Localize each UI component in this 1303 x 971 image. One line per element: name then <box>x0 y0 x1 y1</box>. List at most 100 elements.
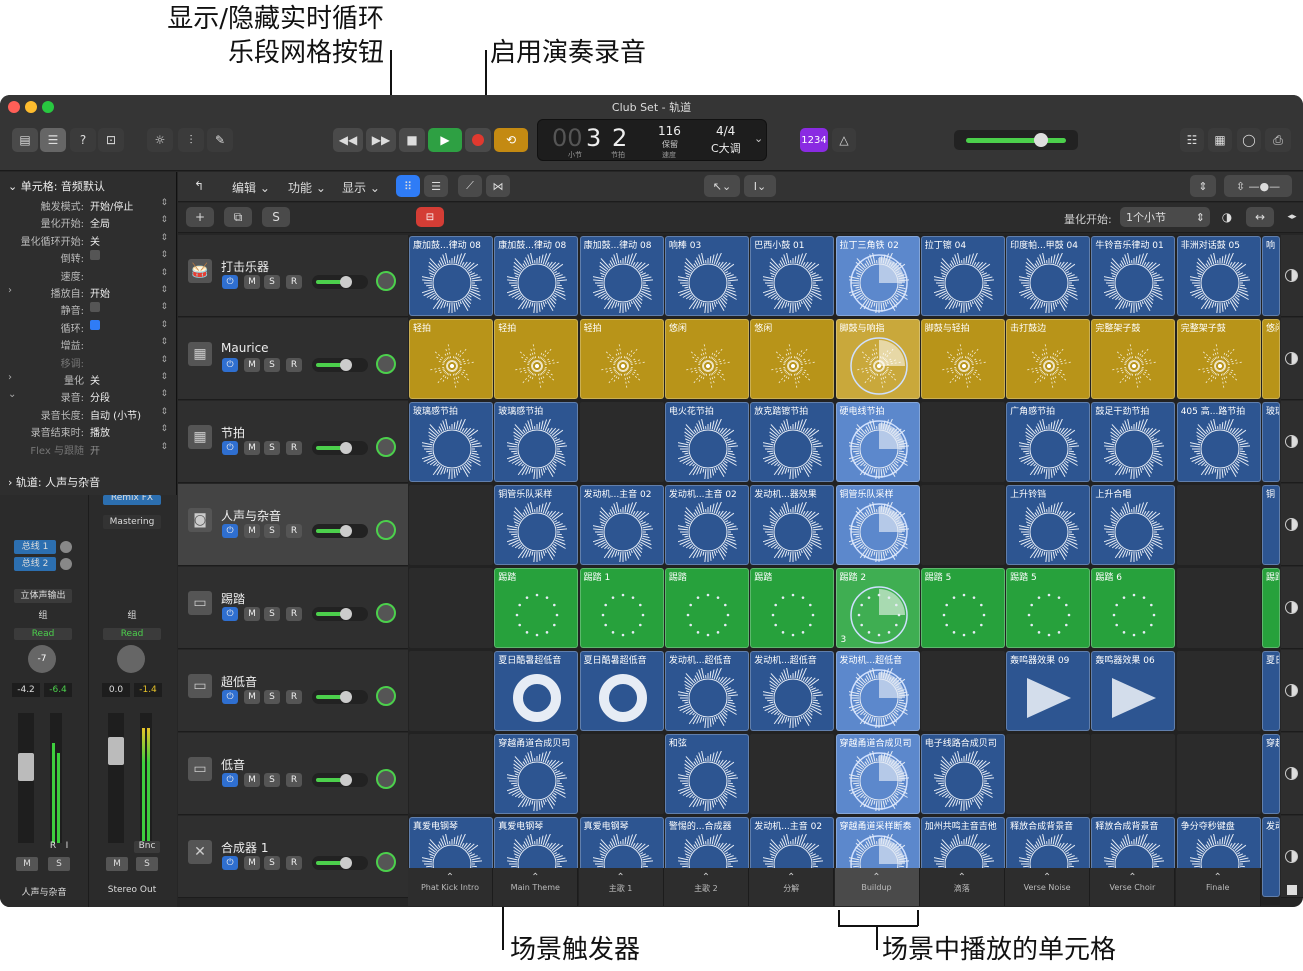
solo-button[interactable]: S <box>48 857 70 871</box>
rewind-button[interactable]: ◀◀ <box>333 128 363 152</box>
solo-button[interactable]: S <box>136 857 158 871</box>
inspector-row[interactable]: 录音长度: 自动 (小节) ⇕ <box>0 407 176 424</box>
loop-cell[interactable]: 完整架子鼓 <box>1176 319 1261 399</box>
track-mute-button[interactable]: M <box>244 773 260 787</box>
volume-fader[interactable] <box>18 713 34 843</box>
track-name[interactable]: 低音 <box>221 756 245 773</box>
track-inspector-header[interactable]: › 轨道: 人声与杂音 <box>8 474 100 490</box>
flex-icon[interactable]: ⋈ <box>486 175 510 197</box>
scene-trigger[interactable]: ⌃ Verse Noise <box>1005 868 1091 906</box>
stepper-icon[interactable]: ⇕ <box>160 389 168 399</box>
chevron-down-icon[interactable]: ⌄ <box>754 132 763 145</box>
loop-cell[interactable]: 悠闲 <box>1262 319 1280 399</box>
inspector-row[interactable]: 循环: ⇕ <box>0 319 176 337</box>
stepper-icon[interactable]: ⇕ <box>160 372 168 382</box>
inspector-row[interactable]: 量化开始: 全局 ⇕ <box>0 215 176 232</box>
track-header[interactable]: ▭ 踢踏 ⏻ M S R <box>178 567 408 649</box>
power-icon[interactable]: ⏻ <box>222 441 238 455</box>
loop-cell[interactable]: 击打鼓边 <box>1006 319 1091 399</box>
track-header[interactable]: ▭ 超低音 ⏻ M S R <box>178 650 408 732</box>
inspector-row[interactable]: 录音结束时: 播放 ⇕ <box>0 424 176 441</box>
loop-cell[interactable]: 夏日酷暑超低音 <box>494 651 579 731</box>
scene-trigger[interactable]: ⌃ 主歌 2 <box>663 868 749 906</box>
help-icon[interactable]: ? <box>70 128 96 152</box>
playing-cell[interactable]: 发动机...超低音 <box>835 651 920 731</box>
track-mute-button[interactable]: M <box>244 690 260 704</box>
empty-cell[interactable] <box>579 734 664 814</box>
inspector-row[interactable]: › 量化关 ⇕ <box>0 372 176 389</box>
inspector-row[interactable]: 量化循环开始: 关 ⇕ <box>0 233 176 250</box>
track-pan-knob[interactable] <box>376 769 396 789</box>
track-record-button[interactable]: R <box>286 773 302 787</box>
disclosure-icon[interactable]: ⌄ <box>8 389 16 400</box>
row-queue-control[interactable] <box>1281 318 1303 400</box>
inspector-row[interactable]: › 播放自: 开始 ⇕ <box>0 285 176 302</box>
empty-cell[interactable] <box>1176 734 1261 814</box>
inspector-row[interactable]: 静音: ⇕ <box>0 302 176 319</box>
global-solo-button[interactable]: S <box>262 207 290 227</box>
loop-cell[interactable]: 响棒 03 <box>664 236 749 316</box>
performance-record-button[interactable]: ⊟ <box>416 207 444 227</box>
add-track-button[interactable]: + <box>186 207 214 227</box>
track-record-button[interactable]: R <box>286 524 302 538</box>
playing-cell[interactable]: 脚鼓与响指 <box>835 319 920 399</box>
list-editors-icon[interactable]: ☷ <box>1180 128 1204 152</box>
queue-icon[interactable] <box>1285 435 1298 448</box>
track-mute-button[interactable]: M <box>244 856 260 870</box>
queue-icon[interactable] <box>1285 601 1298 614</box>
toolbar-icon[interactable]: ⊡ <box>98 128 124 152</box>
scene-trigger[interactable]: ⌃ 滴落 <box>919 868 1005 906</box>
pan-knob[interactable]: -7 <box>28 645 56 673</box>
loop-cell[interactable]: 玻璃感节拍 <box>494 402 579 482</box>
track-volume-slider[interactable] <box>312 358 368 372</box>
pointer-tool-icon[interactable]: ↖⌄ <box>704 175 740 197</box>
empty-cell[interactable] <box>1091 734 1176 814</box>
loop-cell[interactable]: 鼓足干劲节拍 <box>1091 402 1176 482</box>
track-record-button[interactable]: R <box>286 690 302 704</box>
send-knob[interactable] <box>60 558 72 570</box>
disclosure-icon[interactable]: › <box>8 372 12 383</box>
track-mute-button[interactable]: M <box>244 358 260 372</box>
track-name[interactable]: Maurice <box>221 341 269 355</box>
master-volume-slider[interactable] <box>954 130 1078 150</box>
scene-trigger[interactable]: ⌃ Verse Choir <box>1090 868 1176 906</box>
stepper-icon[interactable]: ⇕ <box>160 407 168 417</box>
power-icon[interactable]: ⏻ <box>222 524 238 538</box>
stepper-icon[interactable]: ⇕ <box>160 302 168 312</box>
inspector-row[interactable]: 触发模式: 开始/停止 ⇕ <box>0 198 176 215</box>
loop-cell[interactable]: 铜管乐队采样 <box>494 485 579 565</box>
loop-cell[interactable]: 广角感节拍 <box>1006 402 1091 482</box>
stepper-icon[interactable]: ⇕ <box>160 198 168 208</box>
track-volume-slider[interactable] <box>312 275 368 289</box>
track-volume-slider[interactable] <box>312 773 368 787</box>
track-header[interactable]: ▦ 节拍 ⏻ M S R <box>178 401 408 483</box>
empty-cell[interactable] <box>920 485 1005 565</box>
inspector-button[interactable]: ☰ <box>40 128 66 152</box>
loop-cell[interactable]: 踢踏 <box>664 568 749 648</box>
loop-cell[interactable]: 放克踏镲节拍 <box>750 402 835 482</box>
inspector-row[interactable]: Flex 与跟随开 ⇕ <box>0 442 176 459</box>
send-knob[interactable] <box>60 541 72 553</box>
playing-cell[interactable]: 硬电线节拍 <box>835 402 920 482</box>
scene-trigger[interactable]: ⌃ Main Theme <box>493 868 579 906</box>
track-pan-knob[interactable] <box>376 437 396 457</box>
scene-trigger[interactable]: ⌃ 主歌 1 <box>578 868 664 906</box>
library-button[interactable]: ▤ <box>12 128 38 152</box>
loop-cell[interactable]: 电火花节拍 <box>664 402 749 482</box>
send-bus-1[interactable]: 总线 1 <box>14 540 56 554</box>
track-name[interactable]: 合成器 1 <box>221 839 268 856</box>
live-loops-grid-toggle[interactable]: ⠿ <box>396 175 420 197</box>
empty-cell[interactable] <box>1176 568 1261 648</box>
stepper-icon[interactable]: ⇕ <box>160 268 168 278</box>
disclosure-icon[interactable]: › <box>8 285 12 296</box>
track-header[interactable]: ◙ 人声与杂音 ⏻ M S R <box>178 484 408 566</box>
loop-cell[interactable]: 非洲对话鼓 05 <box>1176 236 1261 316</box>
loop-cell[interactable]: 穿越 <box>1262 734 1280 814</box>
stepper-icon[interactable]: ⇕ <box>160 233 168 243</box>
track-solo-button[interactable]: S <box>264 358 280 372</box>
queue-icon[interactable] <box>1285 767 1298 780</box>
stepper-icon[interactable]: ⇕ <box>160 320 168 330</box>
playing-cell[interactable]: 穿越甬道合成贝司 <box>835 734 920 814</box>
empty-cell[interactable] <box>409 651 493 731</box>
expand-cells-icon[interactable]: ↔ <box>1246 207 1274 227</box>
